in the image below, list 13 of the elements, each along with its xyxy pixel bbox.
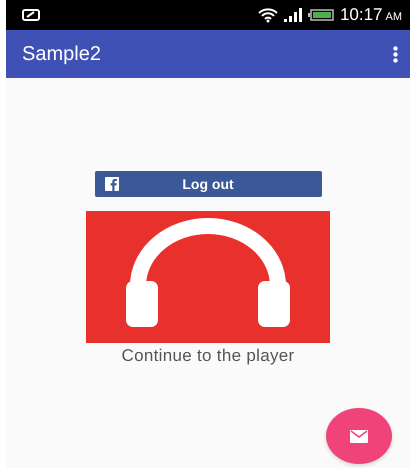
email-fab[interactable]	[326, 408, 392, 464]
clock-time: 10:17	[340, 5, 382, 25]
logout-button[interactable]: Log out	[94, 171, 322, 197]
signal-icon	[284, 8, 302, 22]
notification-icon	[22, 9, 40, 21]
mail-icon	[350, 430, 368, 442]
continue-caption: Continue to the player	[122, 346, 294, 366]
battery-icon	[308, 9, 334, 21]
clock-meridiem: AM	[386, 11, 402, 23]
facebook-logo-icon	[104, 177, 118, 191]
wifi-icon	[258, 7, 278, 23]
more-options-icon[interactable]	[393, 46, 398, 62]
app-title: Sample2	[22, 42, 102, 66]
